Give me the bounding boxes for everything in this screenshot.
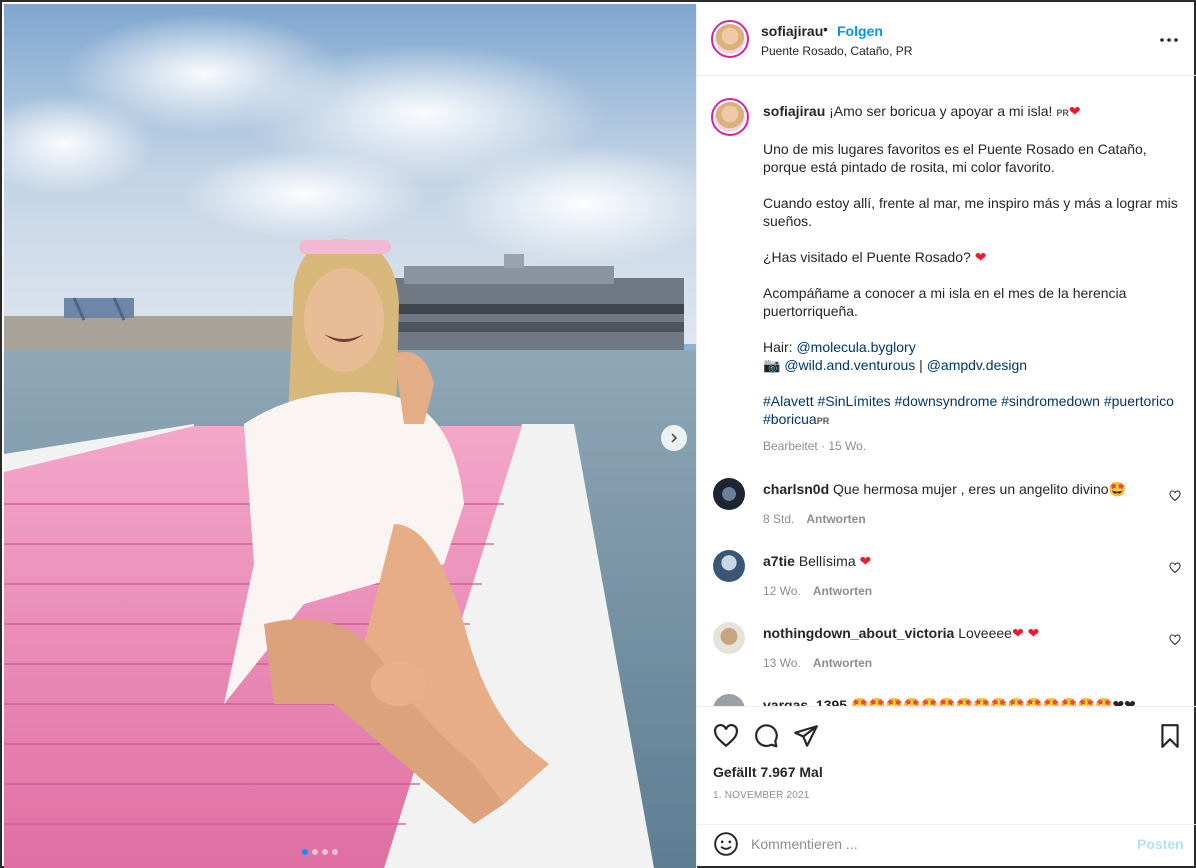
red-heart-icon: ❤	[1068, 103, 1081, 119]
caption-paragraph-3: Cuando estoy allí, frente al mar, me ins…	[763, 195, 1178, 229]
caption-avatar[interactable]	[711, 98, 749, 136]
comment-item: vargas_1395 🤩🤩🤩🤩🤩🤩🤩🤩🤩🤩🤩🤩🤩🤩🤩❤❤	[713, 694, 1183, 706]
comment-body: Bellísima	[798, 553, 860, 569]
comment-composer: Posten	[697, 824, 1196, 868]
red-heart-icon: ❤	[974, 249, 987, 265]
comment-body: Loveeee	[958, 625, 1012, 641]
post-comment-button[interactable]: Posten	[1137, 836, 1184, 852]
post-header: sofiajirau • Folgen Puente Rosado, Catañ…	[697, 4, 1196, 76]
comment-meta: 8 Std. Antworten	[763, 512, 866, 526]
share-icon[interactable]	[793, 723, 819, 749]
comment-username[interactable]: charlsn0d	[763, 481, 829, 497]
commenter-avatar[interactable]	[713, 622, 745, 654]
comments-list[interactable]: sofiajirau ¡Amo ser boricua y apoyar a m…	[697, 76, 1196, 706]
carousel-dot	[322, 849, 328, 855]
post-actions: Gefällt 7.967 Mal 1. NOVEMBER 2021	[697, 706, 1196, 824]
caption-meta: Bearbeitet · 15 Wo.	[763, 439, 867, 453]
comment-meta: 13 Wo. Antworten	[763, 656, 872, 670]
caption-paragraph-5: Acompáñame a conocer a mi isla en el mes…	[763, 285, 1127, 319]
post-date: 1. NOVEMBER 2021	[713, 790, 810, 801]
red-heart-icon: ❤ ❤	[1011, 625, 1040, 641]
post-location[interactable]: Puente Rosado, Cataño, PR	[761, 44, 912, 58]
reply-button[interactable]: Antworten	[813, 584, 872, 598]
comment-username[interactable]: a7tie	[763, 553, 795, 569]
flag-pr-icon: PR	[816, 416, 830, 426]
camera-icon: 📷	[763, 357, 781, 373]
post-caption: sofiajirau ¡Amo ser boricua y apoyar a m…	[763, 102, 1183, 448]
carousel-dot	[312, 849, 318, 855]
avatar[interactable]	[711, 20, 749, 58]
comment-username[interactable]: vargas_1395	[763, 697, 847, 706]
commenter-avatar[interactable]	[713, 550, 745, 582]
comment-time: 8 Std.	[763, 512, 795, 526]
design-credit-link[interactable]: @ampdv.design	[927, 357, 1027, 373]
instagram-post-window: sofiajirau • Folgen Puente Rosado, Catañ…	[0, 0, 1196, 868]
heart-outline-icon[interactable]	[1169, 490, 1181, 502]
heart-icon[interactable]	[713, 723, 739, 749]
caption-line1: ¡Amo ser boricua y apoyar a mi isla!	[829, 103, 1057, 119]
photo-illustration	[4, 4, 696, 868]
post-photo[interactable]	[4, 4, 696, 868]
flag-pr-icon: PR	[1056, 108, 1069, 118]
heart-outline-icon[interactable]	[1169, 634, 1181, 646]
hair-credit-link[interactable]: @molecula.byglory	[796, 339, 915, 355]
more-horizontal-icon[interactable]	[1157, 28, 1181, 52]
comment-text: a7tie Bellísima ❤	[763, 552, 1143, 570]
carousel-indicator	[302, 849, 338, 855]
emoji-string-icon: 🤩🤩🤩🤩🤩🤩🤩🤩🤩🤩🤩🤩🤩🤩🤩❤❤	[850, 697, 1136, 706]
comment-text: vargas_1395 🤩🤩🤩🤩🤩🤩🤩🤩🤩🤩🤩🤩🤩🤩🤩❤❤	[763, 696, 1143, 706]
avatar-image	[715, 24, 745, 54]
comment-input[interactable]	[751, 831, 1121, 857]
bookmark-icon[interactable]	[1157, 723, 1183, 749]
comment-time: 13 Wo.	[763, 656, 801, 670]
commenter-avatar[interactable]	[713, 694, 745, 706]
follow-button[interactable]: Folgen	[837, 23, 883, 39]
photographer-link[interactable]: @wild.and.venturous	[784, 357, 915, 373]
star-struck-emoji-icon: 🤩	[1108, 481, 1126, 497]
reply-button[interactable]: Antworten	[813, 656, 872, 670]
avatar-image	[715, 102, 745, 132]
comment-text: charlsn0d Que hermosa mujer , eres un an…	[763, 480, 1143, 498]
header-separator: •	[823, 21, 828, 37]
comment-username[interactable]: nothingdown_about_victoria	[763, 625, 954, 641]
commenter-avatar[interactable]	[713, 478, 745, 510]
credit-separator: |	[915, 357, 927, 373]
hair-credit-label: Hair:	[763, 339, 797, 355]
like-count[interactable]: Gefällt 7.967 Mal	[713, 764, 823, 780]
caption-paragraph-2: Uno de mis lugares favoritos es el Puent…	[763, 141, 1147, 175]
carousel-dot	[302, 849, 308, 855]
red-heart-icon: ❤	[859, 553, 872, 569]
caption-paragraph-4: ¿Has visitado el Puente Rosado?	[763, 249, 975, 265]
comment-time: 12 Wo.	[763, 584, 801, 598]
comment-item: a7tie Bellísima ❤ 12 Wo. Antworten	[713, 550, 1183, 610]
comment-item: charlsn0d Que hermosa mujer , eres un an…	[713, 478, 1183, 538]
comment-text: nothingdown_about_victoria Loveeee❤ ❤	[763, 624, 1143, 642]
post-side-panel: sofiajirau • Folgen Puente Rosado, Catañ…	[696, 4, 1196, 868]
comment-icon[interactable]	[753, 723, 779, 749]
chevron-right-icon	[671, 433, 678, 443]
reply-button[interactable]: Antworten	[806, 512, 865, 526]
smiley-icon[interactable]	[713, 831, 739, 857]
heart-outline-icon[interactable]	[1169, 562, 1181, 574]
comment-body: Que hermosa mujer , eres un angelito div…	[833, 481, 1109, 497]
caption-username[interactable]: sofiajirau	[763, 103, 825, 119]
next-slide-button[interactable]	[661, 425, 687, 451]
comment-meta: 12 Wo. Antworten	[763, 584, 872, 598]
comment-item: nothingdown_about_victoria Loveeee❤ ❤ 13…	[713, 622, 1183, 682]
post-username[interactable]: sofiajirau	[761, 23, 823, 39]
carousel-dot	[332, 849, 338, 855]
